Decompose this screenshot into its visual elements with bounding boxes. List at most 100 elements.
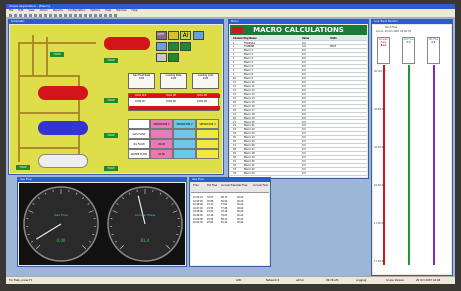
toolbar-button[interactable] (114, 14, 117, 17)
pen-value: 0.0 (431, 41, 436, 44)
time-label: 16:52:00 (374, 146, 385, 149)
table-row[interactable]: 34 Macro 33 0.0 (230, 172, 367, 176)
toolbar-button[interactable] (89, 14, 92, 17)
table-cell: Macro 33 (244, 171, 255, 175)
toolbar-button[interactable] (54, 14, 57, 17)
flow-button[interactable]: FLOW (50, 52, 64, 57)
time-label: 16:56:00 (374, 184, 385, 187)
toolbar-button[interactable] (29, 14, 32, 17)
status-item: admin (296, 279, 305, 282)
toolbar-button[interactable] (79, 14, 82, 17)
gauge-window[interactable]: Gas Flow Gas Flow 0.00 Annular Press 81.4 (17, 177, 187, 267)
menu-item[interactable]: Edit (18, 9, 23, 12)
menu-item[interactable]: Configuration (68, 9, 86, 12)
pen-value: 81.4 (380, 44, 387, 47)
separator-1[interactable] (38, 86, 88, 100)
gauge-value: 81.4 (141, 238, 150, 243)
menu-item[interactable]: View (28, 9, 34, 12)
limits-button[interactable] (168, 31, 179, 40)
totals-panel: OVAL Mdl OVAL Mf OVAL Mf 1000.00 1000.00… (128, 93, 220, 111)
toolbar-button[interactable] (14, 14, 17, 17)
toolbar-button[interactable] (94, 14, 97, 17)
water-flow-label: WATER FLOW (128, 149, 150, 159)
toolbar-button[interactable] (74, 14, 77, 17)
flow-button[interactable]: FLOW (104, 58, 118, 63)
table-cell: 81.40 (221, 221, 228, 225)
toolbar-button[interactable] (84, 14, 87, 17)
flow-button[interactable]: FLOW (16, 165, 30, 170)
flow-table-window[interactable]: Gas Flow Time Pod Flow Annular Press Gas Fl… (189, 177, 271, 267)
gas-heat-rate-box: Gas Heat Rate 0.00 (128, 73, 155, 89)
ai-button[interactable]: AI (180, 31, 191, 40)
trend-line (433, 65, 435, 265)
toolbar-button[interactable] (24, 14, 27, 17)
toolbar-button[interactable] (69, 14, 72, 17)
toolbar-button[interactable] (104, 14, 107, 17)
window-title: Schematic (9, 20, 223, 24)
toolbar-button[interactable] (44, 14, 47, 17)
menu-item[interactable]: Admin (40, 9, 48, 12)
flow-icon-button[interactable] (168, 53, 179, 62)
macro-table[interactable]: Channel Tag Name Value Units 1 FORMULA 0.0 2 TUR… (230, 36, 367, 177)
time-label: 17:04:00 (374, 260, 385, 263)
trend-pen-box[interactable]: OIL Flow 0.0 (427, 37, 440, 64)
status-item: 20 Oct 2007 16:46 (416, 279, 441, 282)
separator-2[interactable] (38, 121, 88, 135)
status-help: For Help, press F1 (9, 279, 33, 282)
logo-icon (232, 27, 243, 33)
limits-button[interactable]: LIMITS (156, 31, 167, 40)
toolbar-button[interactable] (19, 14, 22, 17)
time-label: 17:00:00 (374, 222, 385, 225)
flow-button[interactable]: FLOW (104, 98, 118, 103)
column-header: Annular Flow (253, 184, 268, 187)
flow-button[interactable]: FLOW (104, 166, 118, 171)
trend-line (383, 65, 385, 265)
toolbar-button[interactable] (9, 14, 12, 17)
menu-item[interactable]: Help (132, 9, 138, 12)
table-cell: 00.00 (237, 221, 244, 225)
gauge-label: Gas Flow (54, 213, 68, 217)
table-cell: 0.0 (302, 171, 306, 175)
flow-icon-button[interactable] (156, 42, 167, 51)
column-header: Units (330, 37, 337, 40)
time-label: 20 Oct 07 (374, 70, 386, 73)
toolbar-button[interactable] (39, 14, 42, 17)
toolbar-button[interactable] (49, 14, 52, 17)
flow-button[interactable]: FLOW (104, 133, 118, 138)
table-row[interactable]: 16:51:00 23.81 81.40 00.00 (191, 221, 269, 224)
status-item: 09:26 AM (326, 279, 339, 282)
top-vessel[interactable] (104, 37, 150, 50)
trend-line (408, 65, 410, 265)
toolbar-button[interactable] (99, 14, 102, 17)
menu-item[interactable]: Options (90, 9, 100, 12)
menu-item[interactable]: Help (105, 9, 111, 12)
table-header: Time Pod Flow Annular Press Gas Flow Annular… (191, 183, 269, 193)
trend-pen-box[interactable]: GAS Flow 0.0 (402, 37, 415, 64)
status-bar: For Help, press F1 LMC Network 0 admin 09:2… (6, 276, 455, 284)
trend-pen-box[interactable]: Annular Press 81.4 (377, 37, 390, 64)
flow-icon-button[interactable] (168, 42, 179, 51)
gauge-panel: Gas Flow 0.00 Annular Press 81.4 (19, 183, 185, 265)
pen-value: 0.0 (406, 41, 411, 44)
separator-3[interactable] (38, 154, 88, 168)
toolbar-button[interactable] (59, 14, 62, 17)
flow-table[interactable]: Time Pod Flow Annular Press Gas Flow Annular… (191, 183, 269, 265)
toolbar-button[interactable] (64, 14, 67, 17)
table-cell: 34 (233, 171, 236, 175)
trend-window[interactable]: Line Trend Monitor Pivot Flow Curve: 20 … (371, 19, 453, 276)
status-item: Scope Version (386, 279, 405, 282)
log-button[interactable] (193, 31, 204, 40)
toolbar-button[interactable] (34, 14, 37, 17)
menu-item[interactable]: File (9, 9, 13, 12)
table-cell: 23.81 (207, 221, 214, 225)
menu-item[interactable]: Reports (53, 9, 63, 12)
flow-icon-button[interactable] (156, 53, 167, 62)
macro-window[interactable]: Macro MACRO CALCULATIONS Channel Tag Name… (228, 19, 369, 179)
toolbar-button[interactable] (109, 14, 112, 17)
schematic-window[interactable]: Schematic FLOW FLOW FLOW FLOW FLOW FLOW … (8, 19, 224, 175)
status-item: Network 0 (266, 279, 280, 282)
trend-chart[interactable]: Pivot Flow Curve: 20 Oct 2007 16:46:39 A… (373, 25, 451, 274)
menu-item[interactable]: Window (116, 9, 126, 12)
flow-icon-button[interactable] (180, 42, 191, 51)
column-header: Channel (233, 37, 244, 40)
